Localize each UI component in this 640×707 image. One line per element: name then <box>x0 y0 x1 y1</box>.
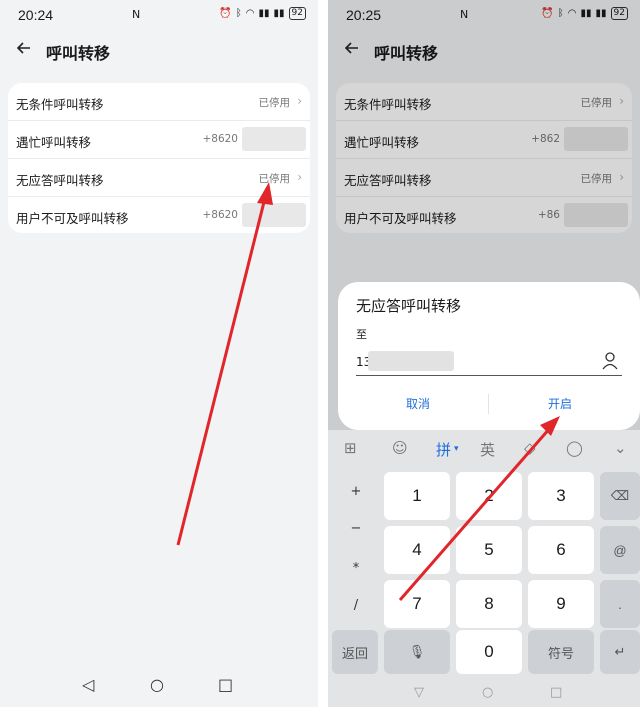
forward-number-input[interactable]: 13 <box>356 349 622 376</box>
status-icons: ⏰ ᛒ ◠ ▮▮ ▮▮ 92 <box>219 7 306 20</box>
row-label: 遇忙呼叫转移 <box>16 135 92 150</box>
nav-recents-icon[interactable]: □ <box>550 685 562 700</box>
left-screen: 20:24 N ⏰ ᛒ ◠ ▮▮ ▮▮ 92 呼叫转移 无条件呼叫转移 已停用 … <box>0 0 318 707</box>
pinyin-tab[interactable]: 拼 <box>436 439 451 460</box>
nav-recents-icon[interactable]: □ <box>218 675 233 694</box>
signal-icon: ▮▮ <box>258 8 270 19</box>
key-2[interactable]: 2 <box>456 472 522 520</box>
row-number: +8620 <box>202 209 238 221</box>
key-0[interactable]: 0 <box>456 630 522 674</box>
blurred-number <box>368 351 454 371</box>
nav-back-icon[interactable]: ▽ <box>414 685 424 700</box>
voice-key[interactable]: 🎙 <box>384 630 450 674</box>
row-number: +8620 <box>202 133 238 145</box>
dialog-buttons: 取消 开启 <box>338 392 640 416</box>
signal-icon-2: ▮▮ <box>273 8 285 19</box>
key-9[interactable]: 9 <box>528 580 594 628</box>
nav-back-icon[interactable]: ◁ <box>82 675 94 694</box>
key-1[interactable]: 1 <box>384 472 450 520</box>
battery-indicator: 92 <box>288 7 306 20</box>
key-6[interactable]: 6 <box>528 526 594 574</box>
collapse-keyboard-icon[interactable]: ⌄ <box>614 439 627 457</box>
grid-menu-icon[interactable]: ⊞ <box>344 439 357 457</box>
key-3[interactable]: 3 <box>528 472 594 520</box>
row-unreachable[interactable]: 用户不可及呼叫转移 +8620 <box>8 197 310 234</box>
keyboard-toolbar: ⊞ ☺ 拼 ▾ 英 ◇ ◯ ⌄ <box>328 430 640 466</box>
backspace-icon: ⌫ <box>610 488 630 503</box>
cancel-button[interactable]: 取消 <box>406 395 430 412</box>
dot-key[interactable]: . <box>600 580 640 628</box>
symbol-slash[interactable]: / <box>334 598 378 613</box>
key-8[interactable]: 8 <box>456 580 522 628</box>
blurred-number <box>242 203 306 227</box>
enter-icon: ↵ <box>614 644 626 659</box>
key-4[interactable]: 4 <box>384 526 450 574</box>
wifi-icon: ◠ <box>245 8 255 19</box>
at-key[interactable]: @ <box>600 526 640 574</box>
status-time: 20:24 <box>18 7 54 23</box>
alarm-icon: ⏰ <box>219 8 232 19</box>
enter-key[interactable]: ↵ <box>600 630 640 674</box>
key-5[interactable]: 5 <box>456 526 522 574</box>
row-unconditional[interactable]: 无条件呼叫转移 已停用 › <box>8 83 310 121</box>
nfc-icon: N <box>132 8 141 21</box>
back-key[interactable]: 返回 <box>332 630 378 674</box>
back-arrow-icon[interactable] <box>16 40 32 56</box>
dropdown-icon: ▾ <box>454 444 459 454</box>
microphone-icon: 🎙 <box>408 644 426 659</box>
row-status: 已停用 <box>258 173 291 185</box>
english-tab[interactable]: 英 <box>480 439 495 460</box>
symbol-plus[interactable]: + <box>334 484 378 499</box>
keyboard: ⊞ ☺ 拼 ▾ 英 ◇ ◯ ⌄ + − * / 1 2 3 ⌫ 4 5 6 @ … <box>328 430 640 707</box>
row-busy[interactable]: 遇忙呼叫转移 +8620 <box>8 121 310 159</box>
row-no-answer[interactable]: 无应答呼叫转移 已停用 › <box>8 159 310 197</box>
row-label: 用户不可及呼叫转移 <box>16 211 129 226</box>
emoji-icon[interactable]: ☺ <box>392 439 408 457</box>
dialog-title: 无应答呼叫转移 <box>356 297 462 315</box>
nav-home-icon[interactable]: ○ <box>150 675 164 694</box>
contact-picker-icon[interactable] <box>602 352 618 370</box>
no-answer-dialog: 无应答呼叫转移 至 13 取消 开启 <box>338 282 640 430</box>
bluetooth-icon: ᛒ <box>235 8 242 19</box>
blurred-number <box>242 127 306 151</box>
search-icon[interactable]: ◯ <box>566 439 583 457</box>
key-7[interactable]: 7 <box>384 580 450 628</box>
status-bar: 20:24 N ⏰ ᛒ ◠ ▮▮ ▮▮ 92 <box>0 0 318 30</box>
button-divider <box>488 394 489 414</box>
symbol-key[interactable]: 符号 <box>528 630 594 674</box>
call-forwarding-list: 无条件呼叫转移 已停用 › 遇忙呼叫转移 +8620 无应答呼叫转移 已停用 ›… <box>8 83 310 233</box>
chevron-right-icon: › <box>297 170 302 184</box>
symbol-minus[interactable]: − <box>334 521 378 536</box>
row-label: 无条件呼叫转移 <box>16 97 104 112</box>
row-label: 无应答呼叫转移 <box>16 173 104 188</box>
app-bar: 呼叫转移 <box>0 36 318 66</box>
backspace-key[interactable]: ⌫ <box>600 472 640 520</box>
right-screen: 20:25 N ⏰ ᛒ ◠ ▮▮ ▮▮ 92 呼叫转移 无条件呼叫转移 已停用 … <box>328 0 640 707</box>
enable-button[interactable]: 开启 <box>548 395 572 412</box>
page-title: 呼叫转移 <box>46 44 111 63</box>
system-nav-bar: ◁ ○ □ <box>0 667 318 707</box>
cursor-icon[interactable]: ◇ <box>524 439 536 457</box>
symbol-asterisk[interactable]: * <box>334 561 378 576</box>
row-status: 已停用 <box>258 97 291 109</box>
nav-home-icon[interactable]: ○ <box>482 685 493 700</box>
chevron-right-icon: › <box>297 94 302 108</box>
system-nav-bar: ▽ ○ □ <box>328 681 640 707</box>
dialog-to-label: 至 <box>356 328 367 341</box>
